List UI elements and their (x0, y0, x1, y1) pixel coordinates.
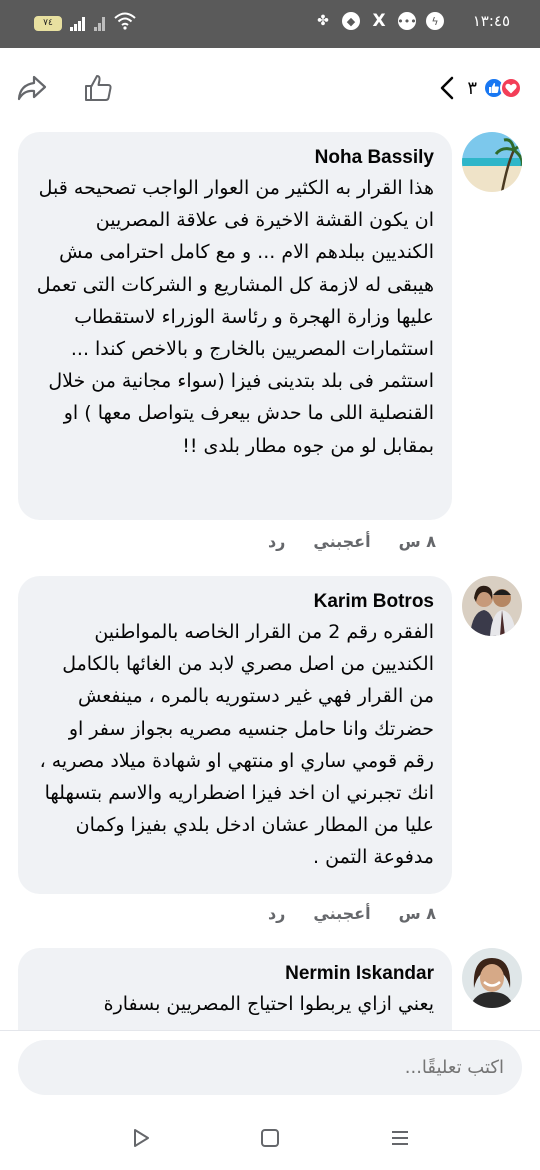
comment-reply-button[interactable]: رد (268, 904, 285, 923)
signal-icon (70, 15, 86, 31)
battery-level: ٧٤ (43, 17, 53, 28)
avatar[interactable] (462, 132, 522, 192)
chevron-left-icon (441, 76, 454, 100)
comment-text: يعني ازاي يربطوا احتياج المصريين بسفارة (103, 993, 434, 1015)
avatar[interactable] (462, 576, 522, 636)
comment-actions: ٨ س أعجبني رد (268, 532, 436, 551)
comments-list[interactable]: Noha Bassily هذا القرار به الكثير من الع… (0, 128, 540, 1030)
back-button[interactable] (435, 70, 459, 106)
comment-input-container[interactable] (18, 1040, 522, 1095)
reactions-summary[interactable]: ٣ (435, 70, 522, 106)
share-button[interactable] (14, 70, 50, 106)
notification-icons: ✤ ◆ X ••• ϟ (314, 11, 444, 31)
avatar[interactable] (462, 948, 522, 1008)
system-nav-bar (0, 1105, 540, 1170)
status-bar: ٧٤ ✤ ◆ X ••• ϟ ١٣:٤٥ (0, 0, 540, 48)
beach-avatar-image (462, 132, 522, 192)
comment-text: هذا القرار به الكثير من العوار الواجب تص… (36, 177, 434, 457)
hamburger-icon (392, 1131, 408, 1145)
comment-like-button[interactable]: أعجبني (313, 904, 370, 923)
comment-time: ٨ س (398, 904, 436, 923)
thumbs-up-icon (85, 75, 112, 101)
couple-avatar-image (462, 576, 522, 636)
reaction-count: ٣ (467, 77, 477, 99)
recents-button[interactable] (126, 1123, 156, 1153)
comment-bubble[interactable]: Nermin Iskandar يعني ازاي يربطوا احتياج … (18, 948, 452, 1030)
share-icon (17, 75, 47, 101)
messenger-icon: ϟ (426, 12, 444, 30)
like-button[interactable] (80, 70, 116, 106)
love-reaction-icon (500, 77, 522, 99)
x-app-icon: X (372, 11, 386, 31)
more-notifications-icon: ••• (397, 12, 417, 30)
battery-icon: ٧٤ (34, 15, 62, 31)
comment-author[interactable]: Noha Bassily (36, 144, 434, 172)
comment-input[interactable] (18, 1040, 522, 1095)
play-icon (134, 1129, 149, 1147)
comment-text: الفقره رقم 2 من القرار الخاصه بالمواطنين… (39, 621, 434, 869)
comment-author[interactable]: Nermin Iskandar (36, 960, 434, 988)
no-signal-icon (94, 15, 106, 31)
input-divider (0, 1030, 540, 1031)
system-status-icons: ٧٤ (34, 12, 136, 34)
connect-icon: ✤ (317, 13, 329, 29)
clock: ١٣:٤٥ (472, 12, 510, 30)
post-header: ٣ (0, 48, 540, 128)
comment-bubble[interactable]: Karim Botros الفقره رقم 2 من القرار الخا… (18, 576, 452, 894)
comment-reply-button[interactable]: رد (268, 532, 285, 551)
comment-time: ٨ س (398, 532, 436, 551)
comment-author[interactable]: Karim Botros (36, 588, 434, 616)
comment-like-button[interactable]: أعجبني (313, 532, 370, 551)
menu-button[interactable] (385, 1123, 415, 1153)
wifi-icon (114, 12, 136, 34)
home-button[interactable] (255, 1123, 285, 1153)
woman-avatar-image (462, 948, 522, 1008)
comment-actions: ٨ س أعجبني رد (268, 904, 436, 923)
vpn-icon: ◆ (342, 12, 360, 30)
square-icon (261, 1129, 279, 1147)
comment-bubble[interactable]: Noha Bassily هذا القرار به الكثير من الع… (18, 132, 452, 520)
